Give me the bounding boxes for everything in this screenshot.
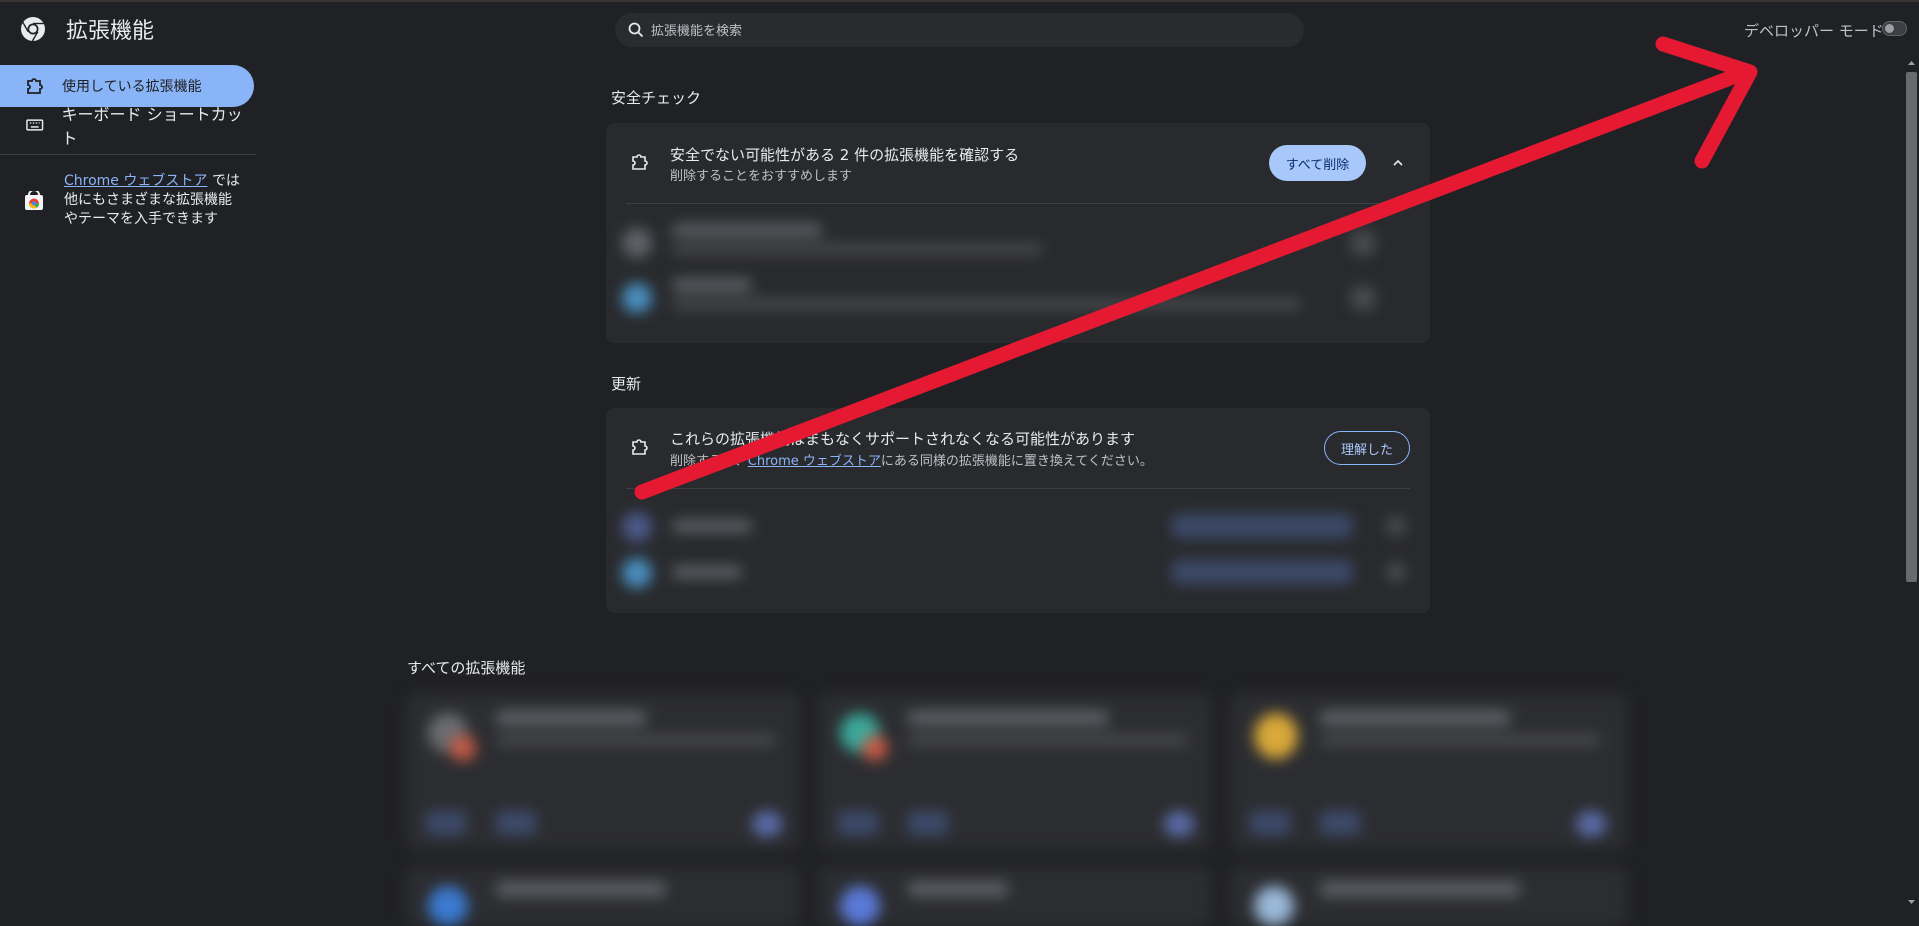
window-top-border xyxy=(0,0,1919,2)
extension-card xyxy=(406,693,800,850)
developer-mode-label: デベロッパー モード xyxy=(1744,22,1884,40)
blurred-text xyxy=(908,735,1188,745)
subtitle-suffix: にある同様の拡張機能に置き換えてください。 xyxy=(880,454,1153,469)
extension-icon xyxy=(840,886,880,926)
blurred-text xyxy=(672,224,822,236)
blurred-text xyxy=(1320,711,1510,725)
blurred-button xyxy=(496,811,536,835)
blurred-button xyxy=(1386,516,1406,536)
blurred-text xyxy=(672,279,752,291)
search-input[interactable] xyxy=(649,13,1293,49)
updates-card: これらの拡張機能はまもなくサポートされなくなる可能性があります 削除するか、Ch… xyxy=(606,408,1430,613)
blurred-text xyxy=(1320,882,1520,896)
chevron-up-icon[interactable] xyxy=(1391,156,1405,170)
search-bar[interactable] xyxy=(615,13,1304,49)
sidebar-item-label: 使用している拡張機能 xyxy=(62,79,202,95)
store-text-line3: やテーマを入手できます xyxy=(64,211,218,227)
web-store-link[interactable]: Chrome ウェブストア xyxy=(748,454,881,469)
scrollbar-thumb[interactable] xyxy=(1906,72,1917,582)
blurred-text xyxy=(672,299,1302,309)
web-store-link[interactable]: Chrome ウェブストア xyxy=(64,173,207,189)
scroll-down-arrow-icon[interactable] xyxy=(1906,897,1917,907)
blurred-text xyxy=(672,520,752,532)
blurred-toggle xyxy=(1164,811,1194,837)
puzzle-icon xyxy=(632,154,648,170)
safety-check-heading: 安全チェック xyxy=(611,89,702,107)
extension-card xyxy=(406,866,800,926)
card-divider xyxy=(626,203,1410,204)
updates-card-title: これらの拡張機能はまもなくサポートされなくなる可能性があります xyxy=(670,430,1136,448)
developer-mode-toggle[interactable] xyxy=(1882,21,1907,36)
blurred-button xyxy=(908,811,948,835)
sidebar-item-label: キーボード ショートカット xyxy=(61,105,243,148)
blurred-text xyxy=(908,882,1008,896)
chrome-logo-icon xyxy=(21,17,45,42)
blurred-button xyxy=(838,811,878,835)
puzzle-icon xyxy=(27,78,43,94)
blurred-button xyxy=(1172,560,1352,584)
blurred-toggle xyxy=(1576,811,1606,837)
extension-icon xyxy=(1254,886,1294,926)
all-extensions-heading: すべての拡張機能 xyxy=(407,659,526,677)
page-title: 拡張機能 xyxy=(66,19,155,44)
list-item xyxy=(606,504,1430,548)
web-store-icon[interactable] xyxy=(24,191,44,211)
search-icon xyxy=(628,22,644,38)
extension-icon xyxy=(622,283,652,313)
blurred-button xyxy=(1250,811,1290,835)
store-text-line2: 他にもさまざまな拡張機能 xyxy=(64,192,232,208)
blurred-button xyxy=(1320,811,1360,835)
extension-badge xyxy=(450,735,476,761)
blurred-button xyxy=(1350,285,1376,311)
blurred-text xyxy=(496,882,666,896)
blurred-text xyxy=(908,711,1108,725)
extension-icon xyxy=(1254,713,1298,759)
extension-card xyxy=(1230,866,1628,926)
keyboard-icon xyxy=(26,119,44,131)
extension-icon xyxy=(622,512,652,542)
extension-icon xyxy=(622,558,652,588)
blurred-toggle xyxy=(752,811,782,837)
puzzle-icon xyxy=(632,439,648,455)
web-store-promo: Chrome ウェブストア では 他にもさまざまな拡張機能 やテーマを入手できま… xyxy=(64,172,254,229)
blurred-button xyxy=(1350,230,1376,256)
extension-card xyxy=(1230,693,1628,850)
extension-badge xyxy=(862,735,888,761)
remove-all-button[interactable]: すべて削除 xyxy=(1269,145,1366,181)
card-divider xyxy=(626,488,1410,489)
blurred-button xyxy=(1386,562,1406,582)
blurred-button xyxy=(426,811,466,835)
sidebar-item-keyboard-shortcuts[interactable]: キーボード ショートカット xyxy=(0,104,254,148)
sidebar-divider xyxy=(0,154,256,155)
extension-icon xyxy=(622,228,652,258)
scroll-up-arrow-icon[interactable] xyxy=(1906,58,1917,68)
blurred-button xyxy=(1172,514,1352,538)
subtitle-prefix: 削除するか、 xyxy=(670,454,748,469)
list-item xyxy=(606,273,1430,317)
understood-button[interactable]: 理解した xyxy=(1324,431,1410,465)
updates-heading: 更新 xyxy=(611,375,642,393)
blurred-text xyxy=(496,711,646,725)
store-text-suffix: では xyxy=(207,173,240,189)
safety-check-card: 安全でない可能性がある 2 件の拡張機能を確認する 削除することをおすすめします… xyxy=(606,123,1430,343)
extension-icon xyxy=(428,886,468,926)
list-item xyxy=(606,550,1430,594)
updates-card-subtitle: 削除するか、Chrome ウェブストアにある同様の拡張機能に置き換えてください。 xyxy=(670,450,1153,469)
arrow-head xyxy=(1655,36,1758,169)
list-item xyxy=(606,218,1430,262)
blurred-text xyxy=(496,735,776,745)
toggle-knob xyxy=(1885,24,1894,33)
extension-card xyxy=(818,693,1212,850)
safety-card-title: 安全でない可能性がある 2 件の拡張機能を確認する xyxy=(670,146,1020,164)
blurred-text xyxy=(672,566,742,578)
blurred-text xyxy=(672,244,1042,254)
blurred-text xyxy=(1320,735,1600,745)
safety-card-subtitle: 削除することをおすすめします xyxy=(670,169,853,184)
extension-card xyxy=(818,866,1212,926)
